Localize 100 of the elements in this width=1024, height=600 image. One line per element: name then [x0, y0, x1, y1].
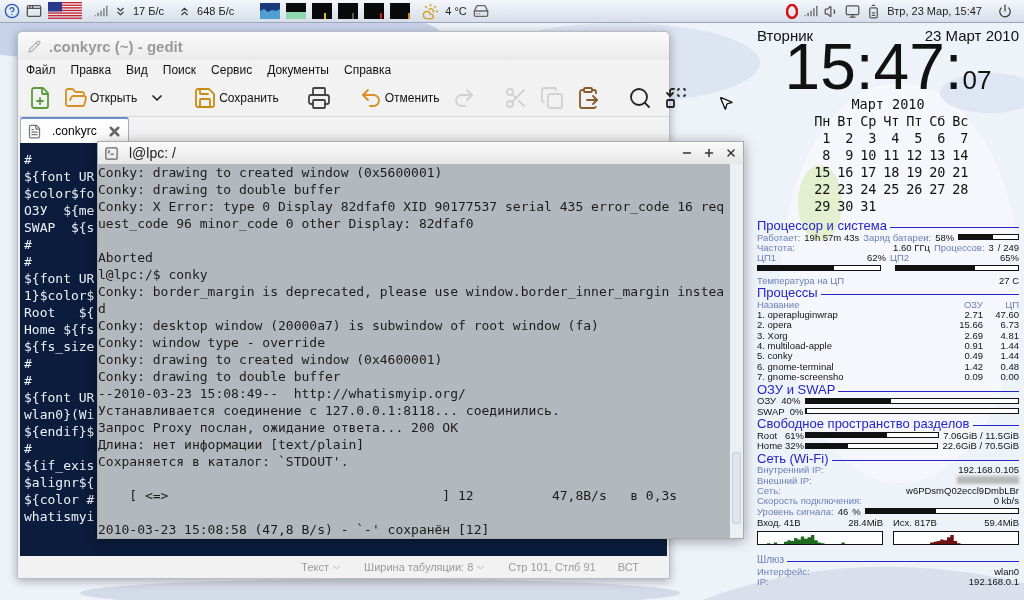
output-line: Conky: drawing to double buffer [98, 181, 341, 198]
table-cell-text: 2.69 [963, 329, 983, 341]
calendar-day: 29 [807, 198, 831, 215]
output-line: --2010-03-23 15:08:49-- http://whatismyip.org/ [98, 385, 466, 402]
flag-icon[interactable] [48, 2, 82, 20]
cut-icon [503, 86, 528, 110]
code-line: SWAP ${s [24, 219, 95, 236]
temperature: 4 °C [445, 5, 467, 17]
info-label: Скорость подключения: [757, 495, 862, 507]
column-header: ЦП [1004, 298, 1019, 310]
info-value: w6PDsmQ02eccl9DmbLBr [906, 485, 1019, 496]
info-label: Внутренний IP: [757, 464, 824, 476]
info-value: 58% [935, 231, 955, 243]
code-line: $color$fo [24, 185, 95, 202]
progress-bar [958, 234, 1019, 241]
menu-item[interactable]: Правка [70, 63, 112, 77]
calendar-day: 3 [853, 130, 877, 147]
section-title: Сеть (Wi-Fi) [757, 450, 829, 466]
info-value: 59.4MiB [984, 516, 1019, 528]
info-label: Уровень сигнала: [757, 505, 834, 517]
replace-icon [663, 86, 688, 110]
browser-icon[interactable] [786, 3, 799, 19]
calendar-day: 31 [853, 198, 877, 215]
signal-icon[interactable] [804, 4, 819, 18]
system-monitor-graph[interactable] [364, 3, 385, 19]
info-value: Вход. 41B [757, 516, 801, 528]
calendar-day: 12 [899, 147, 923, 164]
info-value: 192.168.0.1 [968, 576, 1019, 588]
info-label: Частота: [757, 241, 795, 253]
info-label: Температура на ЦП [757, 274, 845, 286]
process-name: 5. conky [757, 350, 793, 362]
calendar-day: 21 [945, 164, 969, 181]
close-icon[interactable] [725, 147, 737, 159]
info-value: Исх. 817B [893, 516, 937, 528]
calendar-day: 24 [853, 181, 877, 198]
info-value: wlan0 [994, 565, 1019, 577]
calendar-day: 25 [876, 181, 900, 198]
menu-item[interactable]: Документы [267, 63, 329, 77]
output-line: Conky: drawing to double buffer [98, 368, 341, 385]
document-tab[interactable]: .conkyrc [20, 117, 129, 143]
display-icon[interactable] [845, 3, 861, 19]
system-monitor-graph[interactable] [312, 3, 333, 19]
calendar-day: 5 [899, 130, 923, 147]
info-value: 28.4MiB [848, 516, 883, 528]
code-line: # [24, 236, 32, 253]
info-value: 3 [988, 241, 994, 253]
scrollbar[interactable] [730, 164, 743, 538]
info-value: 22.6GiB / 70.5GiB [942, 440, 1019, 452]
menu-item[interactable]: Вид [126, 63, 148, 77]
panel-clock[interactable]: Втр, 23 Мар, 15:47 [887, 5, 982, 17]
table-cell-text: 1.42 [963, 360, 983, 372]
code-line: $alignr${ [24, 474, 95, 491]
info-label: Заряд батареи: [863, 231, 932, 243]
table-cell-text: 0.09 [963, 370, 983, 382]
menu-item[interactable]: Поиск [162, 63, 197, 77]
status-item: Стр 101, Стлб 91 [508, 561, 596, 573]
system-monitor-graph[interactable] [338, 3, 359, 19]
menu-item[interactable]: Справка [344, 63, 392, 77]
system-monitor-graph[interactable] [390, 3, 411, 19]
menu-item[interactable]: Сервис [211, 63, 253, 77]
table-cell-text: 4.81 [999, 329, 1019, 341]
table-cell-text: 0.91 [963, 340, 983, 352]
calendar-day: 15 [807, 164, 831, 181]
open-icon [64, 86, 88, 110]
code-line: # [24, 253, 32, 270]
window-title: .conkyrc (~) - gedit [49, 37, 183, 55]
calendar-day: 22 [807, 181, 831, 198]
info-value: 27 С [998, 274, 1019, 286]
code-line: # [24, 440, 32, 457]
section-title: Шлюз [757, 554, 785, 566]
menu-item[interactable]: Файл [26, 63, 56, 77]
calendar-day: 11 [876, 147, 900, 164]
process-name: 2. opera [757, 319, 792, 331]
weekday-header: Пт [905, 113, 923, 130]
table-cell-text: 1.44 [999, 350, 1019, 362]
pencil-icon [28, 39, 41, 53]
table-cell-text: 0.48 [999, 360, 1019, 372]
upload-speed: 648 Б/с [197, 5, 235, 17]
power-icon[interactable] [998, 4, 1012, 18]
info-value: 0 kb/s [993, 495, 1019, 507]
help-icon[interactable] [4, 3, 20, 19]
info-label: Интерфейс: [757, 565, 810, 577]
info-label: ЦП1 [757, 252, 777, 264]
network-icon[interactable] [94, 4, 108, 18]
save-button[interactable]: Сохранить [189, 83, 283, 113]
undo-button[interactable]: Отменить [354, 83, 444, 113]
code-line: ${endif}$ [24, 423, 95, 440]
calendar-day: 6 [922, 130, 946, 147]
window-icon[interactable] [26, 3, 42, 19]
section-title: Процессы [757, 285, 818, 301]
drive-icon[interactable] [472, 3, 489, 19]
date-text: 23 Март 2010 [924, 27, 1019, 44]
system-monitor-graph[interactable] [286, 3, 307, 19]
calendar-day: 18 [876, 164, 900, 181]
open-button[interactable]: Открыть [60, 83, 142, 113]
system-monitor-graph[interactable] [260, 3, 281, 19]
maximize-icon[interactable] [703, 147, 715, 159]
status-item: ВСТ [617, 561, 639, 573]
copy-icon [539, 86, 564, 110]
output-line: Сохраняется в каталог: `STDOUT'. [98, 453, 349, 471]
